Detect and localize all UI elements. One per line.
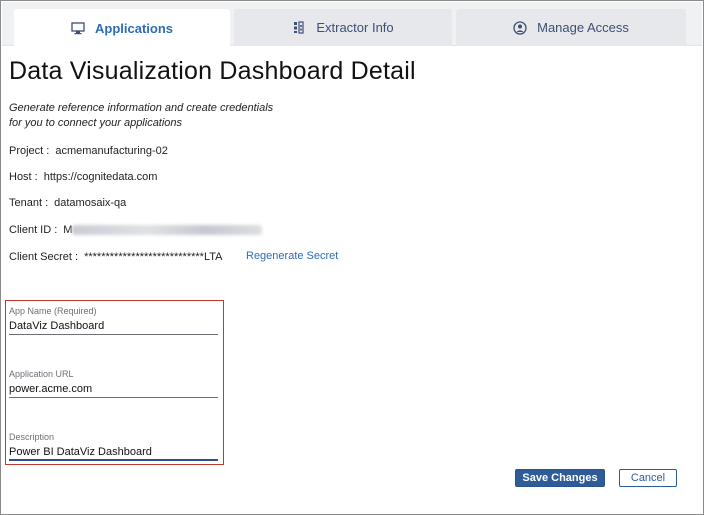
project-value: acmemanufacturing-02 — [55, 145, 168, 157]
host-row: Host : https://cognitedata.com — [9, 171, 157, 183]
save-changes-button[interactable]: Save Changes — [515, 469, 605, 487]
app-url-field-group: Application URL — [9, 369, 218, 398]
page-title: Data Visualization Dashboard Detail — [9, 57, 416, 85]
description-label: Description — [9, 432, 55, 442]
client-id-prefix: M — [63, 224, 73, 236]
app-url-input[interactable] — [9, 381, 218, 398]
project-label: Project : — [9, 145, 50, 157]
app-url-label: Application URL — [9, 369, 74, 379]
tab-applications[interactable]: Applications — [14, 9, 230, 47]
client-secret-label: Client Secret : — [9, 251, 79, 263]
subtitle-line-2: for you to connect your applications — [9, 117, 183, 129]
client-id-row: Client ID : M — [9, 224, 263, 236]
app-name-label: App Name (Required) — [9, 306, 97, 316]
app-name-input[interactable] — [9, 318, 218, 335]
project-row: Project : acmemanufacturing-02 — [9, 145, 168, 157]
app-details-form: App Name (Required) Application URL Desc… — [5, 300, 224, 465]
tab-applications-label: Applications — [94, 20, 173, 36]
description-input[interactable] — [9, 444, 218, 461]
host-value: https://cognitedata.com — [43, 171, 158, 183]
client-secret-row: Client Secret : *************************… — [9, 251, 223, 263]
tenant-value: datamosaix-qa — [54, 197, 127, 209]
description-field-group: Description — [9, 432, 218, 461]
tab-extractor-info[interactable]: Extractor Info — [234, 9, 452, 46]
extractor-icon — [292, 21, 306, 35]
client-id-redacted — [72, 225, 263, 236]
tenant-row: Tenant : datamosaix-qa — [9, 197, 126, 209]
app-window: Applications Extractor Info Manage Acces… — [0, 0, 704, 515]
tab-manage-access-label: Manage Access — [537, 20, 629, 35]
tab-manage-access[interactable]: Manage Access — [456, 9, 686, 46]
page-subtitle: Generate reference information and creat… — [9, 101, 309, 131]
client-secret-value: ****************************LTA — [84, 251, 223, 263]
monitor-icon — [71, 21, 85, 35]
client-id-label: Client ID : — [9, 224, 58, 236]
tab-extractor-info-label: Extractor Info — [316, 20, 394, 35]
user-circle-icon — [513, 20, 527, 35]
tenant-label: Tenant : — [9, 197, 49, 209]
cancel-button[interactable]: Cancel — [619, 469, 677, 487]
app-name-field-group: App Name (Required) — [9, 306, 218, 335]
regenerate-secret-link[interactable]: Regenerate Secret — [246, 250, 338, 262]
host-label: Host : — [9, 171, 38, 183]
tab-bar: Applications Extractor Info Manage Acces… — [2, 2, 702, 47]
subtitle-line-1: Generate reference information and creat… — [9, 102, 274, 114]
